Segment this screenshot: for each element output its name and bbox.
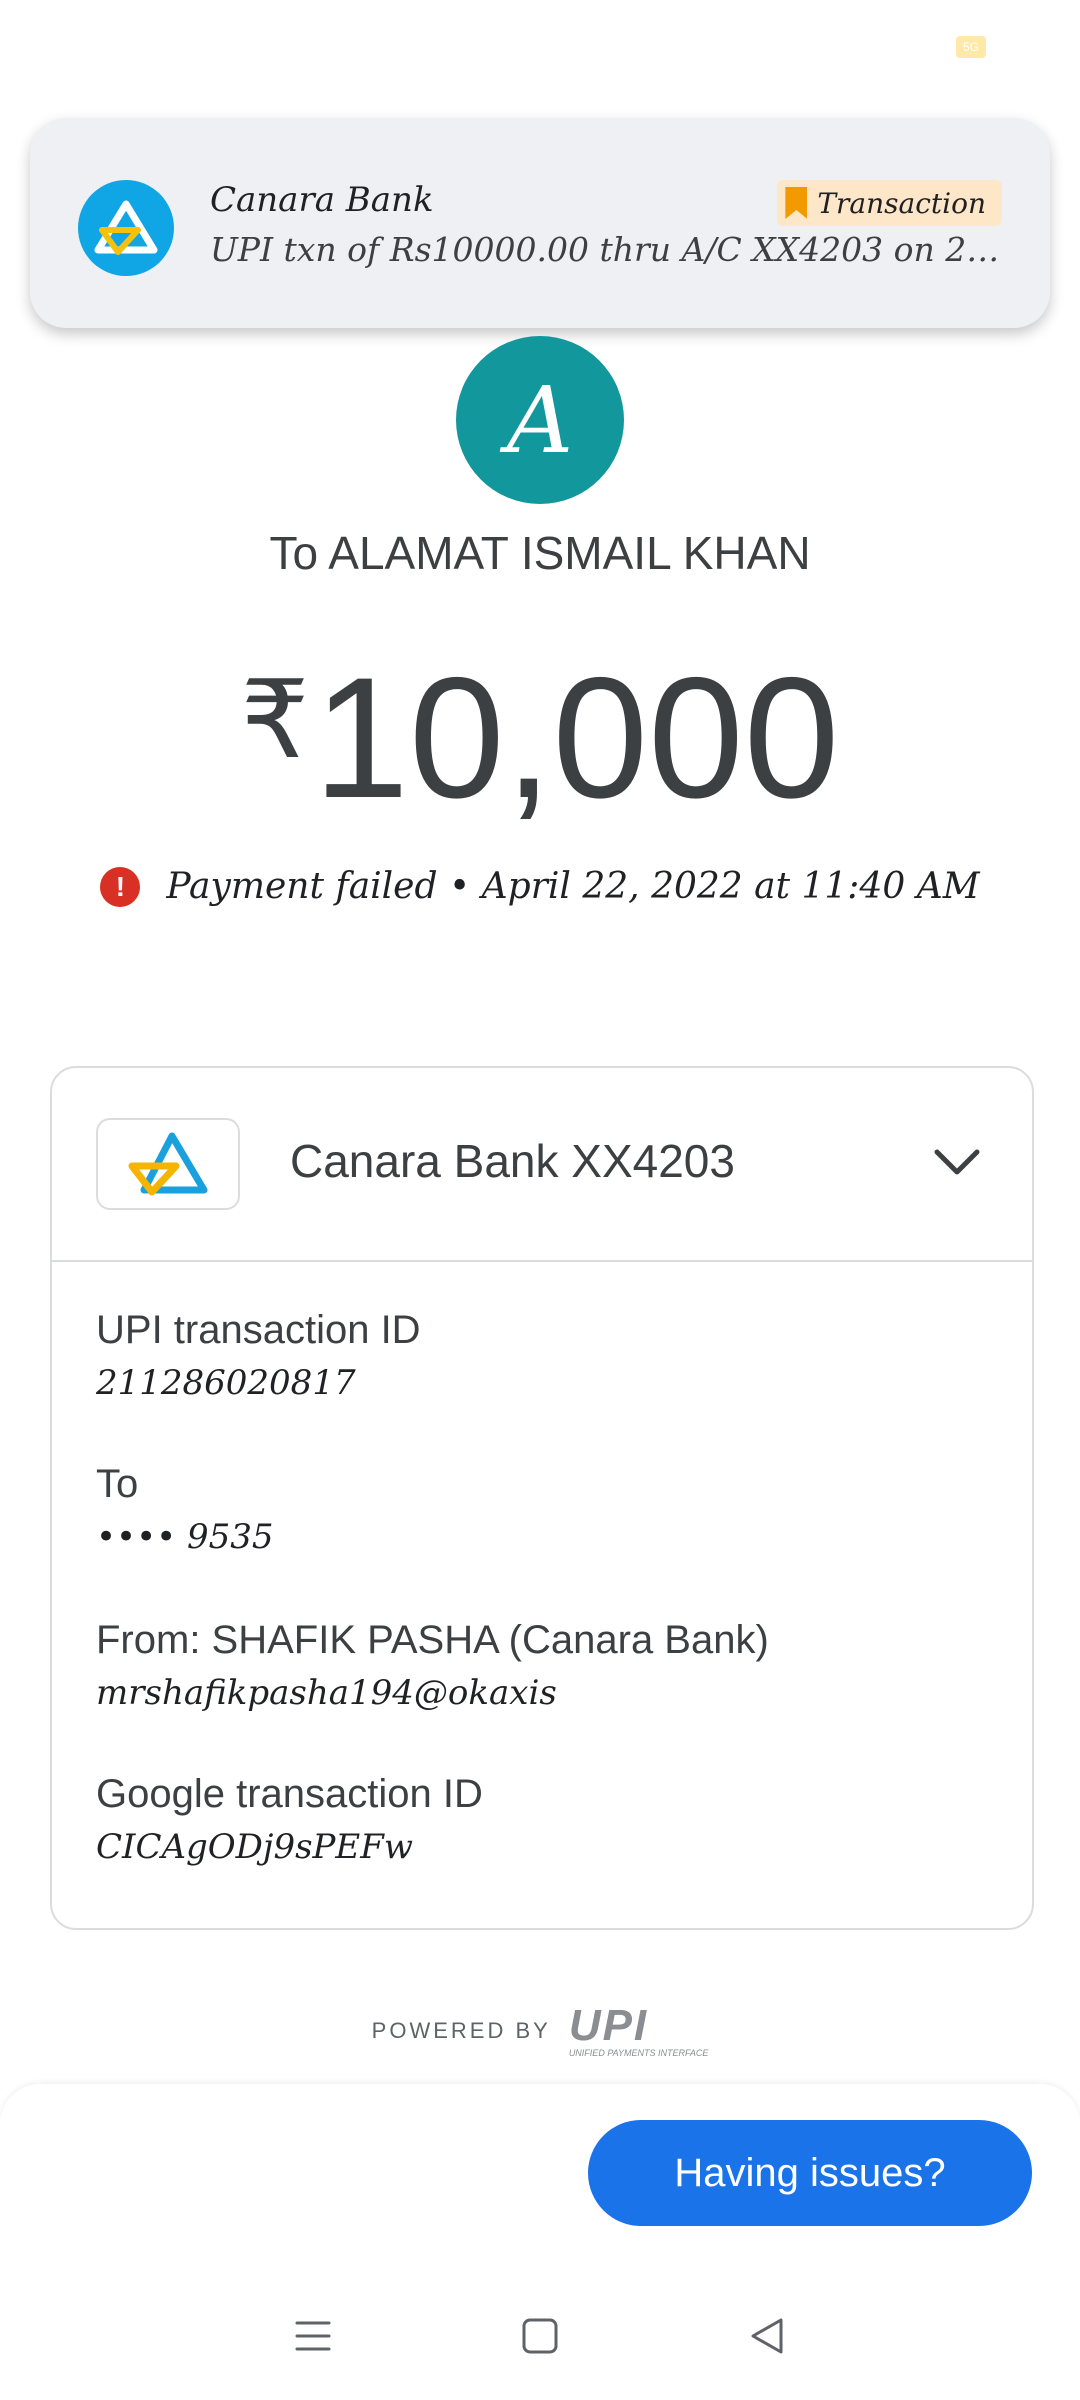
upi-logo-text: UPI — [568, 2001, 649, 2050]
field-label: UPI transaction ID — [96, 1308, 421, 1352]
to-field: To •••• 9535 — [96, 1462, 274, 1557]
payment-status: ! Payment failed • April 22, 2022 at 11:… — [0, 866, 1080, 907]
bank-account-label: Canara Bank XX4203 — [290, 1135, 735, 1187]
menu-icon[interactable] — [283, 2306, 343, 2366]
notification-message: UPI txn of Rs10000.00 thru A/C XX4203 on… — [210, 230, 1010, 269]
from-field: From: SHAFIK PASHA (Canara Bank) mrshafi… — [96, 1618, 769, 1713]
having-issues-button[interactable]: Having issues? — [588, 2120, 1032, 2226]
canara-bank-logo-icon — [78, 180, 174, 276]
amount-value: 10,000 — [313, 642, 840, 834]
payment-status-text: Payment failed • April 22, 2022 at 11:40… — [166, 866, 980, 907]
field-value: •••• 9535 — [96, 1517, 274, 1557]
powered-by-label: POWERED BY — [371, 2018, 551, 2043]
field-value: CICAgODj9sPEFw — [96, 1827, 413, 1867]
transaction-details-card: Canara Bank XX4203 UPI transaction ID 21… — [50, 1066, 1034, 1930]
field-label: From: SHAFIK PASHA (Canara Bank) — [96, 1618, 769, 1662]
status-indicator: 5G — [956, 36, 986, 58]
notification-tag-label: Transaction — [817, 186, 986, 220]
field-value: mrshafikpasha194@okaxis — [96, 1673, 557, 1713]
notification-tag: Transaction — [777, 180, 1002, 226]
bookmark-icon — [785, 187, 808, 219]
payee-avatar: A — [456, 336, 624, 504]
system-navigation-bar — [0, 2290, 1080, 2382]
notification-app-name: Canara Bank — [210, 180, 434, 220]
currency-symbol: ₹ — [240, 659, 310, 780]
payment-amount: ₹10,000 — [0, 620, 1080, 838]
back-icon[interactable] — [737, 2306, 797, 2366]
payee-name: To ALAMAT ISMAIL KHAN — [269, 527, 811, 579]
chevron-down-icon[interactable] — [932, 1138, 982, 1188]
upi-transaction-id-field: UPI transaction ID 211286020817 — [96, 1308, 421, 1403]
google-transaction-id-field: Google transaction ID CICAgODj9sPEFw — [96, 1772, 483, 1867]
bank-account-row[interactable]: Canara Bank XX4203 — [52, 1068, 1032, 1262]
field-label: Google transaction ID — [96, 1772, 483, 1816]
powered-by-upi: POWERED BY UPI UNIFIED PAYMENTS INTERFAC… — [0, 2001, 1080, 2059]
notification-banner[interactable]: Canara Bank UPI txn of Rs10000.00 thru A… — [30, 118, 1050, 328]
field-value: 211286020817 — [96, 1363, 356, 1403]
field-label: To — [96, 1462, 139, 1506]
upi-logo: UPI UNIFIED PAYMENTS INTERFACE — [568, 2001, 709, 2059]
canara-bank-logo-icon — [96, 1118, 240, 1210]
home-icon[interactable] — [510, 2306, 570, 2366]
error-icon: ! — [100, 866, 141, 907]
upi-logo-subtext: UNIFIED PAYMENTS INTERFACE — [568, 2048, 709, 2058]
